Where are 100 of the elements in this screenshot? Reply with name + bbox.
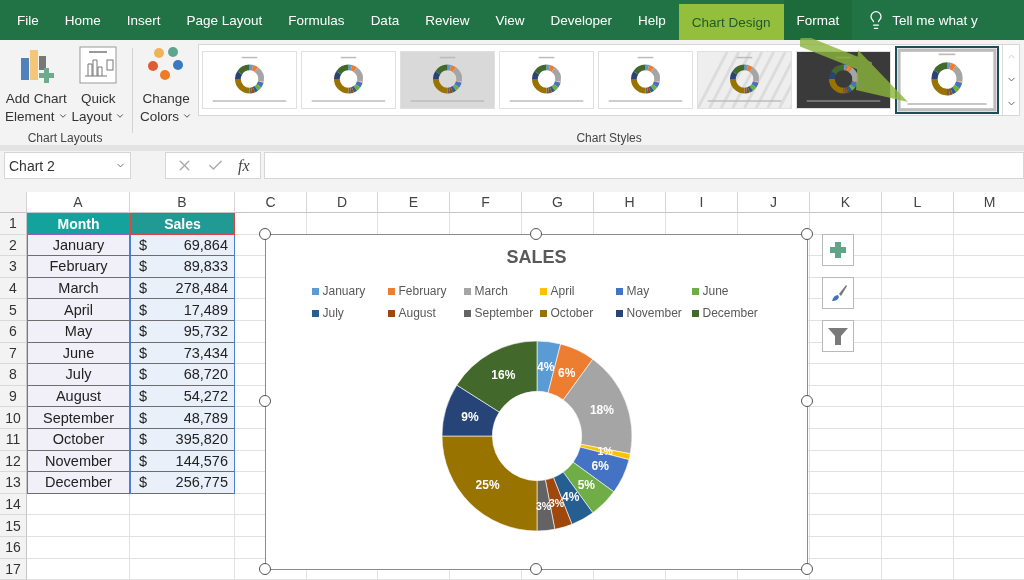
- sales-value: 395,820: [175, 431, 228, 448]
- resize-handle[interactable]: [801, 228, 813, 240]
- row-header[interactable]: 9: [0, 385, 27, 408]
- row-header[interactable]: 17: [0, 558, 27, 580]
- resize-handle[interactable]: [259, 395, 271, 407]
- data-label: 6%: [557, 365, 575, 380]
- currency-symbol: $: [139, 409, 148, 426]
- ribbon-tab[interactable]: Chart Design: [678, 4, 784, 40]
- add-chart-element-button[interactable]: Add Chart Element: [3, 44, 70, 128]
- caret-icon: [182, 111, 193, 121]
- legend-item: April: [539, 284, 616, 298]
- currency-symbol: $: [139, 431, 148, 448]
- header-cell: Month: [27, 213, 130, 235]
- chart-title: SALES: [506, 247, 567, 268]
- formula-input[interactable]: [263, 152, 1024, 179]
- row-header[interactable]: 8: [0, 364, 27, 386]
- row-header[interactable]: 16: [0, 536, 27, 559]
- ribbon-tab[interactable]: Data: [357, 0, 413, 40]
- table-cell: January: [27, 234, 130, 257]
- sales-value: 278,484: [175, 280, 228, 297]
- legend-item: November: [615, 306, 692, 320]
- legend-item: October: [539, 306, 616, 320]
- row-header[interactable]: 1: [0, 213, 27, 235]
- data-label: 16%: [490, 367, 515, 382]
- row-header[interactable]: 6: [0, 320, 27, 343]
- sales-value: 144,576: [175, 452, 228, 469]
- ribbon-tab[interactable]: Home: [51, 0, 114, 40]
- resize-handle[interactable]: [801, 563, 813, 575]
- table-cell: March: [27, 277, 130, 300]
- legend-item: May: [615, 284, 692, 298]
- ribbon-tab[interactable]: View: [482, 0, 538, 40]
- chart-style-thumbnail[interactable]: [895, 46, 1000, 114]
- resize-handle[interactable]: [259, 563, 271, 575]
- column-header[interactable]: F: [450, 192, 522, 213]
- ribbon-tab[interactable]: Review: [412, 0, 483, 40]
- table-cell: June: [27, 342, 130, 365]
- table-cell: November: [27, 450, 130, 473]
- data-label: 5%: [577, 478, 595, 493]
- row-header[interactable]: 12: [0, 450, 27, 473]
- chart-styles-button[interactable]: [822, 277, 854, 309]
- resize-handle[interactable]: [259, 228, 271, 240]
- column-header[interactable]: E: [378, 192, 450, 213]
- column-header[interactable]: J: [738, 192, 810, 213]
- caret-icon: [57, 111, 68, 121]
- row-header[interactable]: 14: [0, 493, 27, 516]
- ribbon-tab[interactable]: File: [4, 0, 52, 40]
- column-header[interactable]: G: [522, 192, 594, 213]
- row-header[interactable]: 2: [0, 234, 27, 257]
- sales-value: 73,434: [183, 344, 228, 361]
- chart-filters-button[interactable]: [822, 320, 854, 352]
- row-header[interactable]: 11: [0, 428, 27, 451]
- column-header[interactable]: C: [235, 192, 307, 213]
- tell-me-search[interactable]: Tell me what y: [892, 12, 978, 28]
- table-cell: August: [27, 385, 130, 408]
- chart-elements-button[interactable]: [822, 234, 854, 266]
- group-label: Chart Styles: [576, 130, 642, 147]
- currency-symbol: $: [139, 323, 148, 340]
- row-header[interactable]: 15: [0, 515, 27, 537]
- column-header[interactable]: I: [666, 192, 738, 213]
- legend-item: February: [387, 284, 464, 298]
- data-label: 4%: [536, 359, 554, 374]
- row-header[interactable]: 10: [0, 407, 27, 429]
- row-header[interactable]: 13: [0, 472, 27, 494]
- sales-value: 89,833: [183, 258, 228, 275]
- sales-value: 48,789: [183, 409, 228, 426]
- currency-symbol: $: [139, 280, 148, 297]
- ribbon-tab[interactable]: Help: [625, 0, 679, 40]
- row-header[interactable]: 5: [0, 299, 27, 321]
- row-header[interactable]: 7: [0, 342, 27, 365]
- insert-function-button[interactable]: fx: [238, 156, 250, 175]
- legend-item: December: [691, 306, 768, 320]
- legend-item: August: [387, 306, 464, 320]
- legend-item: January: [311, 284, 388, 298]
- column-header[interactable]: L: [882, 192, 954, 213]
- data-label: 18%: [589, 403, 614, 418]
- row-header[interactable]: 3: [0, 256, 27, 278]
- row-header[interactable]: 4: [0, 277, 27, 300]
- column-header[interactable]: K: [810, 192, 882, 213]
- ribbon-tab[interactable]: Insert: [113, 0, 174, 40]
- column-header[interactable]: B: [130, 192, 235, 213]
- name-box[interactable]: Chart 2: [4, 152, 131, 179]
- group-label: Chart Layouts: [27, 130, 103, 147]
- legend-item: July: [311, 306, 388, 320]
- legend-item: June: [691, 284, 768, 298]
- table-cell: February: [27, 256, 130, 278]
- quick-layout-button[interactable]: Quick Layout: [69, 44, 128, 128]
- currency-symbol: $: [139, 258, 148, 275]
- column-header[interactable]: D: [307, 192, 378, 213]
- column-header[interactable]: H: [594, 192, 666, 213]
- resize-handle[interactable]: [530, 228, 542, 240]
- ribbon-tab[interactable]: Formulas: [275, 0, 358, 40]
- ribbon-tab[interactable]: Developer: [537, 0, 625, 40]
- caret-icon: [115, 111, 126, 121]
- column-header[interactable]: A: [27, 192, 130, 213]
- ribbon-tab[interactable]: Page Layout: [173, 0, 276, 40]
- sales-value: 68,720: [183, 366, 228, 383]
- change-colors-button[interactable]: Change Colors: [138, 44, 195, 128]
- sales-value: 17,489: [183, 301, 228, 318]
- currency-symbol: $: [139, 388, 148, 405]
- ribbon-tab[interactable]: Format: [783, 0, 853, 40]
